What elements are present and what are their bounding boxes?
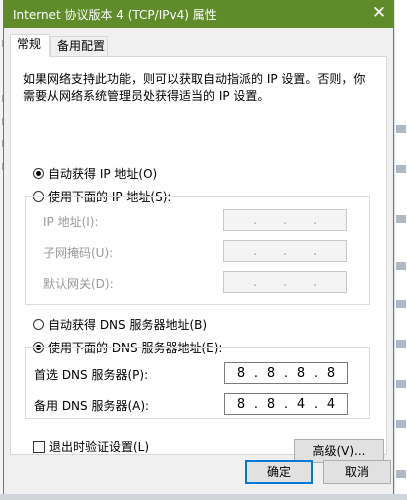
background-icon: [396, 340, 406, 348]
radio-unselected-icon: [33, 319, 44, 330]
default-gateway-label: 默认网关(D):: [43, 277, 114, 291]
manual-dns-group: 首选 DNS 服务器(P): 8 . 8 . 8 . 8 备用 DNS 服务器(…: [25, 347, 370, 419]
background-icon: [396, 300, 406, 308]
subnet-mask-input[interactable]: . . .: [223, 240, 347, 262]
auto-dns-label: 自动获得 DNS 服务器地址(B): [48, 318, 208, 332]
preferred-dns-input[interactable]: 8 . 8 . 8 . 8: [224, 362, 348, 384]
close-button[interactable]: ✕: [364, 0, 394, 28]
checkbox-unchecked-icon: [33, 441, 45, 453]
cancel-button[interactable]: 取消: [323, 460, 391, 484]
tab-general[interactable]: 常规: [10, 34, 50, 57]
background-icon: [396, 165, 406, 173]
alternate-dns-input[interactable]: 8 . 8 . 4 . 4: [224, 393, 348, 415]
preferred-dns-label: 首选 DNS 服务器(P):: [34, 368, 149, 382]
ipv4-properties-dialog: Internet 协议版本 4 (TCP/IPv4) 属性 ✕ 常规 备用配置 …: [3, 0, 394, 500]
auto-ip-label: 自动获得 IP 地址(O): [48, 167, 158, 181]
alternate-dns-label: 备用 DNS 服务器(A):: [34, 399, 150, 413]
subnet-mask-label: 子网掩码(U):: [43, 246, 114, 260]
manual-ip-group: IP 地址(I): . . . 子网掩码(U): . . . 默认网关(D): …: [25, 196, 370, 305]
background-icon: [396, 125, 406, 133]
ip-address-label: IP 地址(I):: [43, 215, 99, 229]
ip-address-input[interactable]: . . .: [223, 209, 347, 231]
tab-alternate-configuration[interactable]: 备用配置: [50, 36, 108, 56]
ok-button[interactable]: 确定: [245, 460, 313, 484]
background-icon: [396, 215, 406, 223]
dialog-client-area: 常规 备用配置 如果网络支持此功能，则可以获取自动指派的 IP 设置。否则，你需…: [4, 28, 393, 500]
validate-settings-checkbox[interactable]: 退出时验证设置(L): [33, 438, 149, 455]
radio-selected-icon: [33, 168, 44, 179]
background-icon: [396, 262, 406, 270]
default-gateway-input[interactable]: . . .: [223, 271, 347, 293]
window-title: Internet 协议版本 4 (TCP/IPv4) 属性: [13, 8, 217, 22]
auto-ip-radio[interactable]: 自动获得 IP 地址(O): [33, 165, 157, 182]
auto-dns-radio[interactable]: 自动获得 DNS 服务器地址(B): [33, 316, 207, 333]
background-window-right: [395, 0, 407, 500]
close-icon: ✕: [371, 3, 387, 23]
background-icon: [396, 380, 406, 388]
title-bar[interactable]: Internet 协议版本 4 (TCP/IPv4) 属性 ✕: [3, 0, 394, 28]
background-icon: [396, 470, 406, 478]
background-taskbar-edge: [0, 494, 407, 500]
general-tab-panel: 如果网络支持此功能，则可以获取自动指派的 IP 设置。否则，你需要从网络系统管理…: [10, 56, 387, 463]
validate-settings-label: 退出时验证设置(L): [49, 440, 150, 454]
background-icon: [396, 420, 406, 428]
description-text: 如果网络支持此功能，则可以获取自动指派的 IP 设置。否则，你需要从网络系统管理…: [23, 72, 366, 103]
